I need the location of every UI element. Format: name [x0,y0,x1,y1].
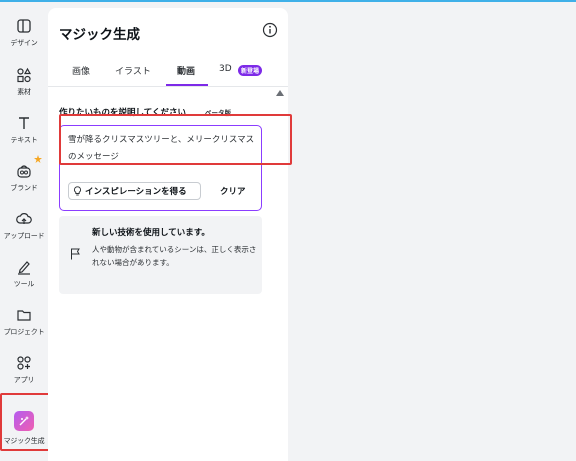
sidebar-item-projects[interactable]: プロジェクト [0,305,48,349]
draw-tool-icon [18,261,30,275]
layout-icon [17,19,31,33]
sidebar-item-label: 素材 [17,88,31,96]
tab-3d[interactable]: 3D [219,64,232,74]
flag-icon [71,248,80,260]
tab-divider [48,86,288,87]
tab-video[interactable]: 動画 [177,64,195,77]
sidebar-item-label: ツール [13,280,35,288]
magic-media-panel: マジック生成 画像 イラスト 動画 3D 新登場 作りたいものを説明してください… [48,8,288,461]
notice-box: 新しい技術を使用しています。 人や動物が含まれているシーンは、正しく表示されない… [59,216,262,294]
sidebar-item-elements[interactable]: 素材 [0,65,48,109]
highlight-box-magic-media [0,393,52,451]
sidebar-item-label: テキスト [10,136,38,144]
inspiration-button-label: インスピレーションを得る [85,187,187,197]
text-icon [19,117,29,129]
scroll-up-arrow[interactable] [276,90,284,96]
info-icon[interactable] [262,22,278,38]
clear-button[interactable]: クリア [220,185,246,197]
tab-bar: 画像 イラスト 動画 3D 新登場 [48,64,288,88]
sidebar-item-brand[interactable]: ブランド [0,155,48,205]
notice-title: 新しい技術を使用しています。 [92,228,210,238]
top-accent-line [0,0,576,2]
sidebar-item-label: アップロード [3,232,45,240]
sidebar-item-label: プロジェクト [3,328,45,336]
highlight-box-prompt [59,114,292,165]
sidebar-item-label: アプリ [13,376,35,384]
inspiration-button[interactable]: インスピレーションを得る [68,182,201,200]
new-badge: 新登場 [238,65,263,76]
sidebar-item-tools[interactable]: ツール [0,257,48,301]
sidebar-item-design[interactable]: デザイン [0,16,48,60]
upload-icon [16,213,32,224]
sidebar-item-label: ブランド [10,184,38,192]
folder-icon [17,310,31,321]
apps-icon [17,356,31,370]
sidebar-item-upload[interactable]: アップロード [0,209,48,253]
sidebar-item-apps[interactable]: アプリ [0,353,48,397]
lightbulb-icon [74,186,81,196]
tab-image[interactable]: 画像 [72,64,90,77]
tab-illustration[interactable]: イラスト [115,64,151,77]
notice-body: 人や動物が含まれているシーンは、正しく表示されない場合があります。 [92,245,257,267]
panel-title: マジック生成 [59,27,140,43]
sidebar-item-text[interactable]: テキスト [0,113,48,157]
sidebar-item-label: デザイン [10,39,38,47]
elements-icon [17,67,32,83]
brand-icon [17,165,31,178]
crown-icon [34,155,42,163]
